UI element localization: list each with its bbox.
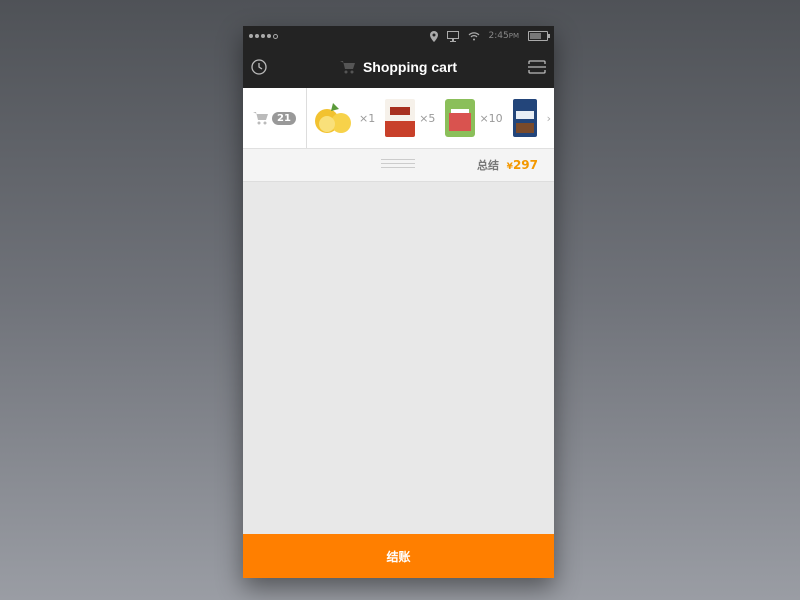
drag-handle[interactable] [381,159,415,171]
screen-icon [446,30,459,42]
noodles-product-image [512,99,537,137]
summary-total: ¥297 [506,158,538,172]
product-item[interactable]: ×5 [385,99,435,137]
pepper-paste-product-image [385,99,416,137]
status-bar: 2:45PM [243,26,554,46]
wifi-icon [468,32,479,41]
summary-label: 总结 [477,159,499,172]
title-text: Shopping cart [362,59,458,75]
cart-icon [339,61,355,74]
scan-icon[interactable] [528,60,546,74]
product-qty: ×5 [419,111,436,125]
signal-dots-icon [249,33,278,39]
page-title: Shopping cart [243,46,554,88]
clock-time: 2:45PM [488,31,519,41]
product-qty: ×10 [479,111,503,125]
location-icon [429,30,438,42]
cart-count[interactable]: 21 [243,88,307,148]
cart-icon [253,112,269,125]
kimchi-product-image [445,99,476,137]
phone-screen: 2:45PM Shopping cart 21 ×1 ×5 ×10 › 总结 ¥… [243,26,554,578]
cart-count-badge: 21 [272,111,296,125]
scroll-right-icon[interactable]: › [547,112,551,125]
navbar: Shopping cart [243,46,554,88]
product-item[interactable]: ×10 [445,99,503,137]
product-item[interactable]: ×1 [313,99,375,137]
lemon-product-image [315,103,351,133]
product-list[interactable]: ×1 ×5 ×10 › [307,99,554,137]
battery-icon [528,31,550,41]
product-qty: ×1 [359,111,376,125]
cart-items-row: 21 ×1 ×5 ×10 › [243,88,554,149]
product-item[interactable] [512,99,537,137]
summary-bar: 总结 ¥297 [243,149,554,182]
checkout-button[interactable]: 结账 [243,534,554,578]
